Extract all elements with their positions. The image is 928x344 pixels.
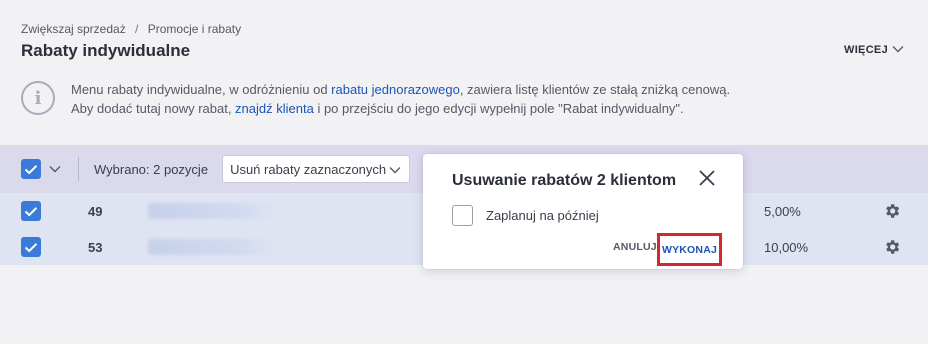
more-button-label: WIĘCEJ	[844, 44, 888, 56]
one-time-discount-link[interactable]: rabatu jednorazowego	[331, 82, 460, 97]
bulk-action-select-value: Usuń rabaty zaznaczonych	[230, 161, 387, 177]
breadcrumb-item-grow-sales[interactable]: Zwiększaj sprzedaż	[21, 22, 126, 36]
row-discount: 10,00%	[764, 239, 809, 255]
chevron-down-icon	[892, 44, 904, 56]
page-title: Rabaty indywidualne	[21, 41, 191, 60]
row-discount: 5,00%	[764, 203, 801, 219]
remove-discounts-dialog: Usuwanie rabatów 2 klientom Zaplanuj na …	[423, 154, 743, 269]
close-icon[interactable]	[697, 168, 717, 188]
execute-button-label: WYKONAJ	[661, 243, 718, 256]
execute-button[interactable]: WYKONAJ	[657, 233, 722, 266]
bulk-action-select[interactable]: Usuń rabaty zaznaczonych	[222, 155, 411, 183]
info-text: Menu rabaty indywidualne, w odróżnieniu …	[71, 82, 731, 116]
info-icon: i	[21, 81, 55, 115]
row-checkbox[interactable]	[21, 201, 41, 221]
chevron-down-icon	[389, 162, 401, 177]
blurred-customer-name	[148, 239, 278, 255]
select-all-checkbox[interactable]	[21, 159, 41, 179]
gear-icon[interactable]	[882, 201, 902, 221]
find-customer-link[interactable]: znajdź klienta	[235, 101, 314, 116]
schedule-later-checkbox[interactable]	[452, 205, 473, 226]
blurred-customer-name	[148, 203, 278, 219]
checkmark-icon	[24, 206, 38, 216]
select-menu-chevron-icon[interactable]	[49, 165, 61, 173]
row-id: 49	[88, 203, 103, 219]
checkmark-icon	[24, 242, 38, 252]
cancel-button[interactable]: ANULUJ	[613, 241, 657, 253]
row-checkbox[interactable]	[21, 237, 41, 257]
toolbar-divider	[78, 157, 79, 181]
info-box: i Menu rabaty indywidualne, w odróżnieni…	[21, 80, 904, 118]
more-button[interactable]: WIĘCEJ	[844, 44, 904, 56]
row-id: 53	[88, 239, 103, 255]
selected-count: Wybrano: 2 pozycje	[94, 161, 209, 177]
breadcrumb-separator: /	[135, 22, 139, 36]
gear-icon[interactable]	[882, 237, 902, 257]
schedule-later-label: Zaplanuj na później	[486, 208, 599, 223]
dialog-title: Usuwanie rabatów 2 klientom	[452, 172, 677, 189]
breadcrumb-item-promotions[interactable]: Promocje i rabaty	[148, 22, 241, 36]
checkmark-icon	[24, 164, 38, 174]
breadcrumb: Zwiększaj sprzedaż / Promocje i rabaty	[21, 22, 241, 36]
schedule-later-option[interactable]: Zaplanuj na później	[452, 205, 599, 226]
